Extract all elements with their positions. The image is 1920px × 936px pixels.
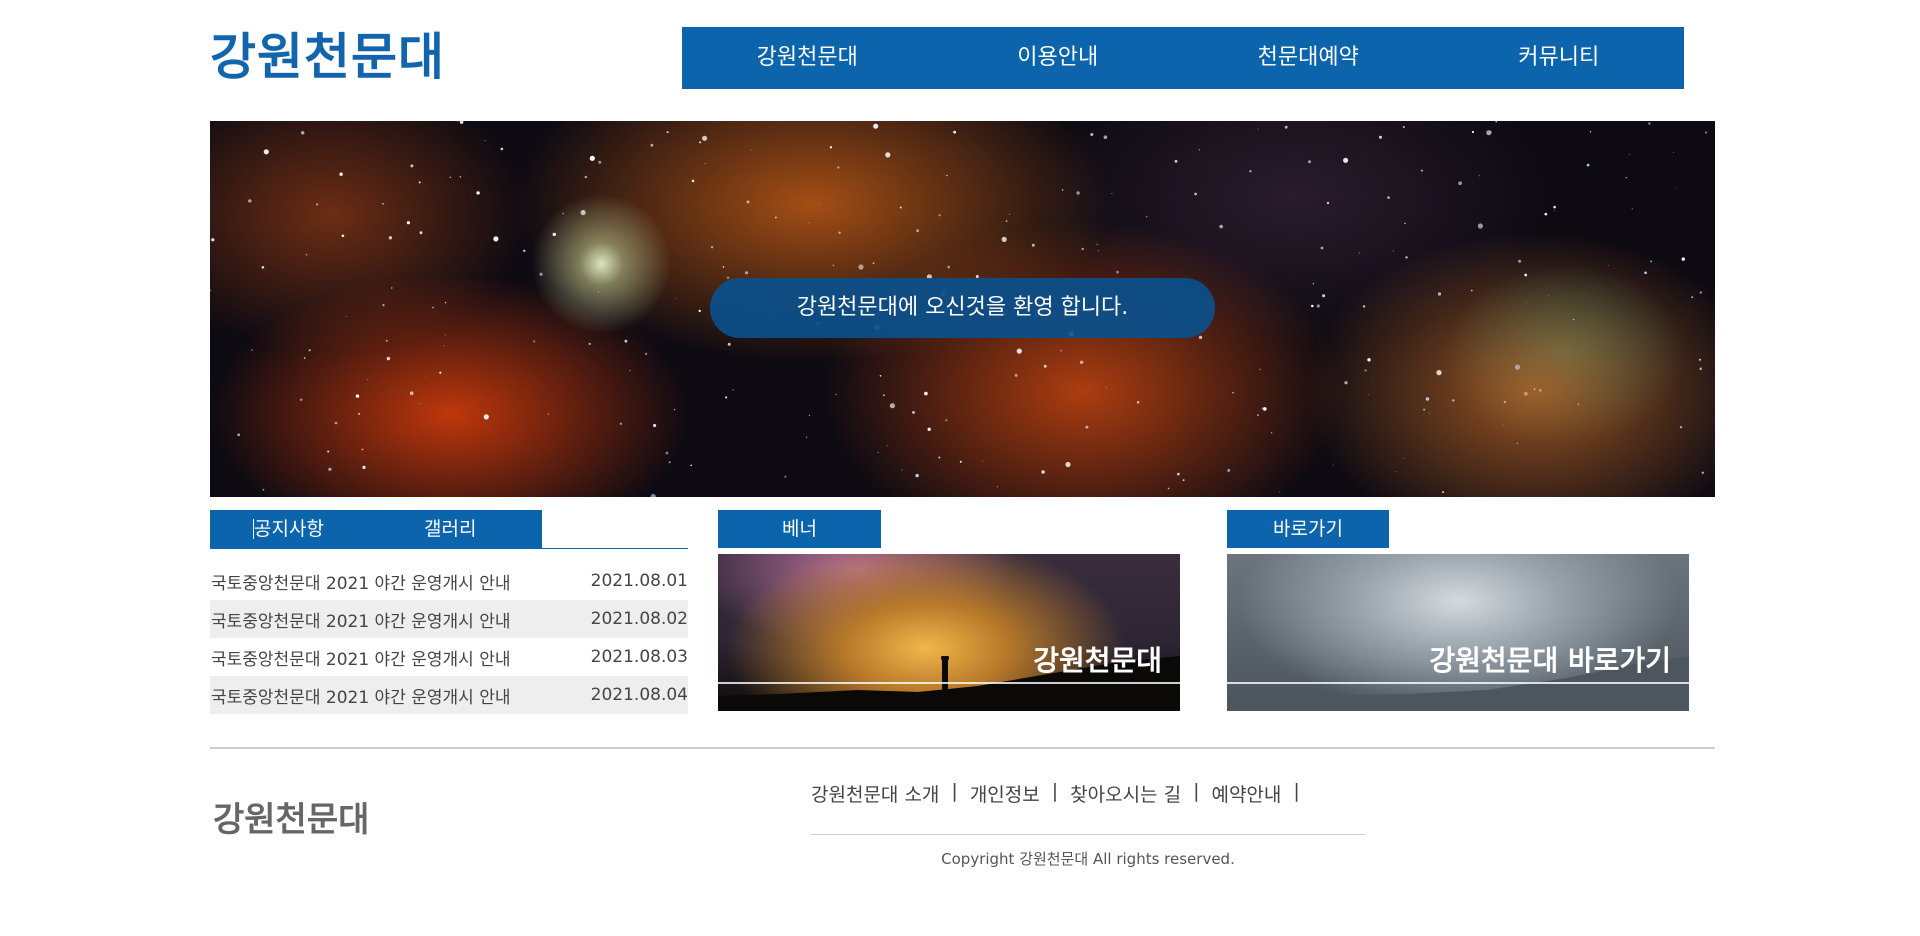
notice-title[interactable]: 국토중앙천문대 2021 야간 운영개시 안내 bbox=[210, 683, 510, 708]
welcome-message: 강원천문대에 오신것을 환영 합니다. bbox=[710, 278, 1215, 338]
link-separator: | bbox=[1051, 780, 1059, 802]
shortcut-heading: 바로가기 bbox=[1227, 510, 1389, 548]
image-divider bbox=[1227, 682, 1689, 684]
hero-banner: 강원천문대에 오신것을 환영 합니다. bbox=[210, 121, 1715, 497]
nav-item-community[interactable]: 커뮤니티 bbox=[1434, 27, 1685, 89]
footer-link-privacy[interactable]: 개인정보 bbox=[970, 780, 1040, 807]
banner-image[interactable]: 강원천문대 bbox=[718, 554, 1180, 711]
notice-title[interactable]: 국토중앙천문대 2021 야간 운영개시 안내 bbox=[210, 645, 510, 670]
copyright-text: Copyright 강원천문대 All rights reserved. bbox=[941, 850, 1235, 868]
footer-logo: 강원천문대 bbox=[213, 800, 370, 840]
shortcut-image[interactable]: 강원천문대 바로가기 bbox=[1227, 554, 1689, 711]
notice-date: 2021.08.04 bbox=[590, 685, 688, 705]
footer-links: 강원천문대 소개 | 개인정보 | 찾아오시는 길 | 예약안내 | bbox=[811, 780, 1312, 807]
tab-bar: 공지사항 갤러리 bbox=[210, 510, 542, 548]
nav-item-reservation[interactable]: 천문대예약 bbox=[1183, 27, 1434, 89]
notice-list: 국토중앙천문대 2021 야간 운영개시 안내 2021.08.01 국토중앙천… bbox=[210, 562, 688, 714]
footer-link-reservation[interactable]: 예약안내 bbox=[1211, 780, 1281, 807]
link-separator: | bbox=[951, 780, 958, 802]
shortcut-image-text: 강원천문대 바로가기 bbox=[1429, 644, 1671, 677]
site-logo[interactable]: 강원천문대 bbox=[210, 24, 445, 90]
list-item[interactable]: 국토중앙천문대 2021 야간 운영개시 안내 2021.08.02 bbox=[210, 600, 688, 638]
list-item[interactable]: 국토중앙천문대 2021 야간 운영개시 안내 2021.08.04 bbox=[210, 676, 688, 714]
tab-gallery[interactable]: 갤러리 bbox=[424, 510, 534, 548]
footer-link-about[interactable]: 강원천문대 소개 bbox=[811, 780, 939, 807]
notice-title[interactable]: 국토중앙천문대 2021 야간 운영개시 안내 bbox=[210, 569, 510, 594]
notice-date: 2021.08.02 bbox=[590, 609, 688, 629]
link-separator: | bbox=[1193, 780, 1200, 802]
tab-notice[interactable]: 공지사항 bbox=[253, 510, 424, 548]
notice-title[interactable]: 국토중앙천문대 2021 야간 운영개시 안내 bbox=[210, 607, 510, 632]
notice-tabs: 공지사항 갤러리 bbox=[210, 510, 688, 549]
nav-item-about[interactable]: 강원천문대 bbox=[682, 27, 933, 89]
list-item[interactable]: 국토중앙천문대 2021 야간 운영개시 안내 2021.08.03 bbox=[210, 638, 688, 676]
banner-heading: 베너 bbox=[718, 510, 881, 548]
footer-link-directions[interactable]: 찾아오시는 길 bbox=[1070, 780, 1181, 807]
image-divider bbox=[718, 682, 1180, 684]
list-item[interactable]: 국토중앙천문대 2021 야간 운영개시 안내 2021.08.01 bbox=[210, 562, 688, 600]
notice-date: 2021.08.01 bbox=[590, 571, 688, 591]
banner-image-text: 강원천문대 bbox=[1033, 644, 1162, 677]
nav-item-guide[interactable]: 이용안내 bbox=[933, 27, 1184, 89]
main-nav: 강원천문대 이용안내 천문대예약 커뮤니티 bbox=[682, 27, 1684, 89]
footer-divider bbox=[210, 747, 1715, 749]
notice-date: 2021.08.03 bbox=[590, 647, 688, 667]
footer-rule bbox=[811, 834, 1365, 835]
link-separator: | bbox=[1293, 780, 1300, 802]
